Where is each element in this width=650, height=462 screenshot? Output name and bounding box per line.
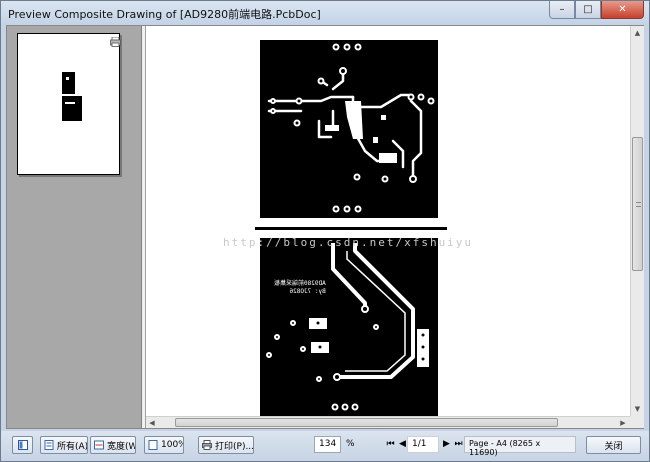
print-label: 打印(P)...	[215, 441, 254, 452]
print-icon	[202, 440, 212, 450]
fit-all-label: 所有(A)	[57, 441, 88, 452]
zoom-100-button[interactable]: 100%	[144, 436, 184, 454]
thumbnail-pcb-bottom	[62, 96, 82, 121]
scroll-up-icon[interactable]: ▲	[631, 26, 644, 39]
maximize-button[interactable]: □	[575, 1, 601, 19]
toggle-thumbnails-button[interactable]	[12, 436, 33, 454]
horizontal-scroll-thumb[interactable]	[175, 418, 558, 427]
fit-width-button[interactable]: 宽度(W)	[90, 436, 136, 454]
page-input[interactable]: 1/1	[407, 436, 439, 453]
window-title: Preview Composite Drawing of [AD9280前端电路…	[8, 8, 321, 21]
print-button[interactable]: 打印(P)...	[198, 436, 254, 454]
pcb-bottom-layer: AD9280前端采集板 By: 7JO826	[259, 237, 439, 417]
window-controls: – □ ✕	[549, 1, 644, 19]
page-size-info: Page - A4 (8265 x 11690)	[464, 436, 576, 457]
close-window-button[interactable]: ✕	[601, 1, 644, 19]
last-page-icon[interactable]: ⏭	[453, 438, 464, 450]
thumbnail-pcb-top	[62, 72, 75, 94]
silkscreen-line-1: AD9280前端采集板	[274, 280, 326, 287]
fit-all-button[interactable]: 所有(A)	[40, 436, 88, 454]
vertical-scroll-thumb[interactable]	[632, 137, 643, 271]
page-thumbnail[interactable]	[17, 33, 121, 175]
fit-page-icon	[44, 440, 54, 450]
close-label: 关闭	[604, 441, 623, 452]
scroll-right-icon[interactable]: ▶	[617, 417, 629, 428]
horizontal-scrollbar[interactable]: ◀ ▶	[146, 416, 630, 428]
actual-size-icon	[148, 440, 158, 450]
close-button[interactable]: 关闭	[586, 436, 641, 454]
pcb-bottom-artwork	[266, 243, 429, 411]
fit-width-icon	[94, 440, 104, 450]
pcb-top-artwork	[267, 43, 435, 213]
minimize-button[interactable]: –	[549, 1, 575, 19]
title-bar[interactable]: Preview Composite Drawing of [AD9280前端电路…	[1, 1, 649, 25]
zoom-input[interactable]: 134	[314, 436, 341, 453]
thumbnail-pane	[7, 26, 142, 428]
silkscreen-label: AD9280前端采集板 By: 7JO826	[274, 280, 326, 296]
pcb-top-layer	[259, 39, 439, 219]
watermark-text: http://blog.csdn.net/xfshuiyu	[223, 236, 474, 249]
next-page-icon[interactable]: ▶	[441, 438, 452, 450]
zoom-unit: %	[346, 439, 355, 449]
scroll-down-icon[interactable]: ▼	[631, 402, 644, 415]
fit-width-label: 宽度(W)	[107, 441, 135, 452]
grip-icon	[636, 202, 641, 207]
scroll-left-icon[interactable]: ◀	[146, 417, 158, 428]
preview-window: Preview Composite Drawing of [AD9280前端电路…	[0, 0, 650, 462]
vertical-scrollbar[interactable]: ▲ ▼	[630, 26, 644, 416]
first-page-icon[interactable]: ⏮	[385, 438, 396, 450]
silkscreen-line-2: By: 7JO826	[289, 288, 326, 295]
bottom-toolbar: 所有(A) 宽度(W) 100% 打印(P)... 134 % ⏮	[1, 431, 649, 461]
layer-divider	[255, 227, 447, 230]
preview-canvas[interactable]: AD9280前端采集板 By: 7JO826 http://blog.csdn.…	[145, 26, 644, 428]
thumbnail-panel-icon	[17, 440, 28, 450]
client-area: AD9280前端采集板 By: 7JO826 http://blog.csdn.…	[6, 25, 644, 429]
scrollbar-corner	[630, 416, 644, 428]
printer-icon	[110, 37, 121, 47]
zoom-100-label: 100%	[161, 440, 183, 450]
